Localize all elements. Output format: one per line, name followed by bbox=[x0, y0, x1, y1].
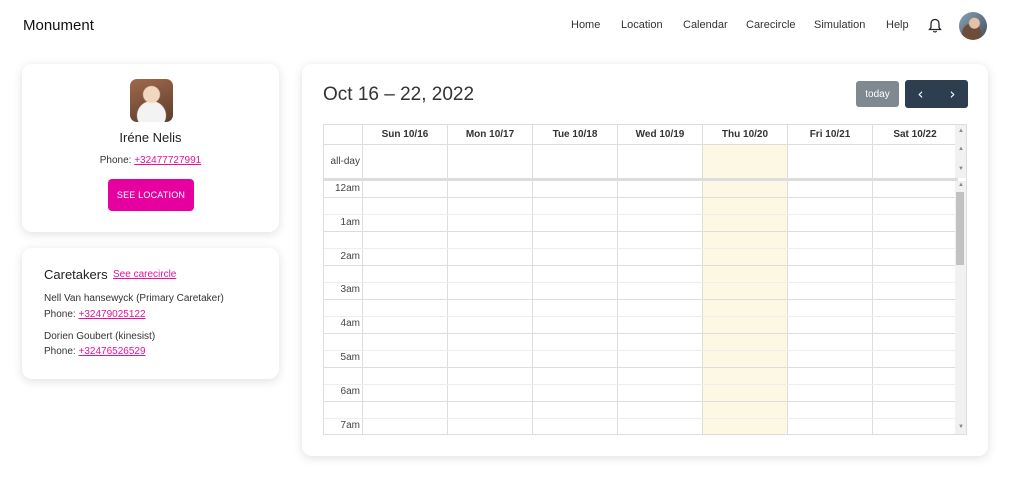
grid-divider bbox=[872, 125, 873, 434]
half-hour-line bbox=[324, 384, 957, 385]
day-header[interactable]: Mon 10/17 bbox=[448, 125, 532, 144]
scroll-up-icon[interactable]: ▲ bbox=[958, 128, 964, 134]
half-hour-line bbox=[324, 418, 957, 419]
week-time-grid: Sun 10/16 Mon 10/17 Tue 10/18 Wed 10/19 … bbox=[323, 124, 967, 435]
patient-phone-row: Phone: +32477727991 bbox=[22, 155, 279, 166]
caretaker-phone-link[interactable]: +32479025122 bbox=[78, 309, 145, 320]
time-label: 5am bbox=[340, 352, 360, 363]
caretaker-name: Nell Van hansewyck (Primary Caretaker) bbox=[44, 293, 224, 304]
nav-calendar[interactable]: Calendar bbox=[683, 19, 728, 31]
half-hour-line bbox=[324, 350, 957, 351]
see-location-button[interactable]: SEE LOCATION bbox=[108, 179, 194, 211]
caretakers-card: Caretakers See carecircle Nell Van hanse… bbox=[22, 248, 279, 379]
time-label: 12am bbox=[334, 183, 360, 194]
nav-location[interactable]: Location bbox=[621, 19, 663, 31]
time-label: 7am bbox=[340, 420, 360, 431]
today-column-highlight bbox=[703, 144, 787, 434]
caretaker-phone-row: Phone: +32479025122 bbox=[44, 309, 146, 320]
patient-profile-card: Iréne Nelis Phone: +32477727991 SEE LOCA… bbox=[22, 64, 279, 232]
half-hour-line bbox=[324, 316, 957, 317]
nav-carecircle[interactable]: Carecircle bbox=[746, 19, 796, 31]
top-navbar: Monument Home Location Calendar Carecirc… bbox=[0, 0, 1011, 56]
hour-line bbox=[324, 299, 957, 300]
scrollbar-thumb[interactable] bbox=[956, 192, 964, 265]
nav-help[interactable]: Help bbox=[886, 19, 909, 31]
brand-logo[interactable]: Monument bbox=[23, 17, 94, 34]
day-header[interactable]: Sat 10/22 bbox=[873, 125, 957, 144]
hour-line bbox=[324, 367, 957, 368]
grid-divider bbox=[702, 125, 703, 434]
day-header[interactable]: Wed 10/19 bbox=[618, 125, 702, 144]
calendar-range-title: Oct 16 – 22, 2022 bbox=[323, 84, 475, 105]
calendar-card: Oct 16 – 22, 2022 today ‹ › Sun 10/16 Mo… bbox=[302, 64, 988, 456]
chevron-right-icon: › bbox=[949, 85, 956, 103]
nav-home[interactable]: Home bbox=[571, 19, 600, 31]
grid-divider bbox=[324, 144, 957, 145]
hour-line bbox=[324, 401, 957, 402]
next-week-button[interactable]: › bbox=[937, 80, 968, 108]
day-header[interactable]: Sun 10/16 bbox=[363, 125, 447, 144]
day-header[interactable]: Fri 10/21 bbox=[788, 125, 872, 144]
phone-label: Phone: bbox=[99, 155, 132, 166]
patient-avatar bbox=[130, 79, 173, 122]
half-hour-line bbox=[324, 282, 957, 283]
phone-label: Phone: bbox=[44, 346, 76, 357]
scroll-down-icon[interactable]: ▼ bbox=[958, 166, 964, 172]
nav-simulation[interactable]: Simulation bbox=[814, 19, 865, 31]
hour-line bbox=[324, 197, 957, 198]
chevron-left-icon: ‹ bbox=[917, 85, 924, 103]
calendar-nav-group: ‹ › bbox=[905, 80, 968, 108]
scroll-down-icon[interactable]: ▼ bbox=[958, 424, 964, 430]
half-hour-line bbox=[324, 248, 957, 249]
grid-divider bbox=[447, 125, 448, 434]
time-label: 1am bbox=[340, 217, 360, 228]
grid-divider bbox=[532, 125, 533, 434]
all-day-label: all-day bbox=[330, 156, 360, 167]
grid-divider bbox=[617, 125, 618, 434]
caretaker-name: Dorien Goubert (kinesist) bbox=[44, 331, 156, 342]
patient-name: Iréne Nelis bbox=[119, 130, 182, 145]
scroll-up-icon[interactable]: ▲ bbox=[958, 146, 964, 152]
day-header-today[interactable]: Thu 10/20 bbox=[703, 125, 787, 144]
caretaker-phone-row: Phone: +32476526529 bbox=[44, 346, 146, 357]
day-header[interactable]: Tue 10/18 bbox=[533, 125, 617, 144]
user-avatar[interactable] bbox=[959, 12, 987, 40]
time-label: 4am bbox=[340, 318, 360, 329]
prev-week-button[interactable]: ‹ bbox=[905, 80, 936, 108]
time-label: 6am bbox=[340, 386, 360, 397]
bell-icon[interactable] bbox=[928, 18, 942, 34]
hour-line bbox=[324, 265, 957, 266]
time-label: 2am bbox=[340, 251, 360, 262]
hour-line bbox=[324, 231, 957, 232]
today-button[interactable]: today bbox=[856, 81, 899, 107]
grid-divider bbox=[362, 125, 363, 434]
half-hour-line bbox=[324, 214, 957, 215]
time-label: 3am bbox=[340, 284, 360, 295]
grid-divider bbox=[787, 125, 788, 434]
all-day-divider bbox=[324, 178, 957, 181]
scroll-up-icon[interactable]: ▲ bbox=[958, 182, 964, 188]
hour-line bbox=[324, 333, 957, 334]
see-carecircle-link[interactable]: See carecircle bbox=[113, 269, 176, 280]
caretakers-title: Caretakers bbox=[44, 267, 108, 282]
caretaker-phone-link[interactable]: +32476526529 bbox=[78, 346, 145, 357]
patient-phone-link[interactable]: +32477727991 bbox=[134, 155, 201, 166]
phone-label: Phone: bbox=[44, 309, 76, 320]
